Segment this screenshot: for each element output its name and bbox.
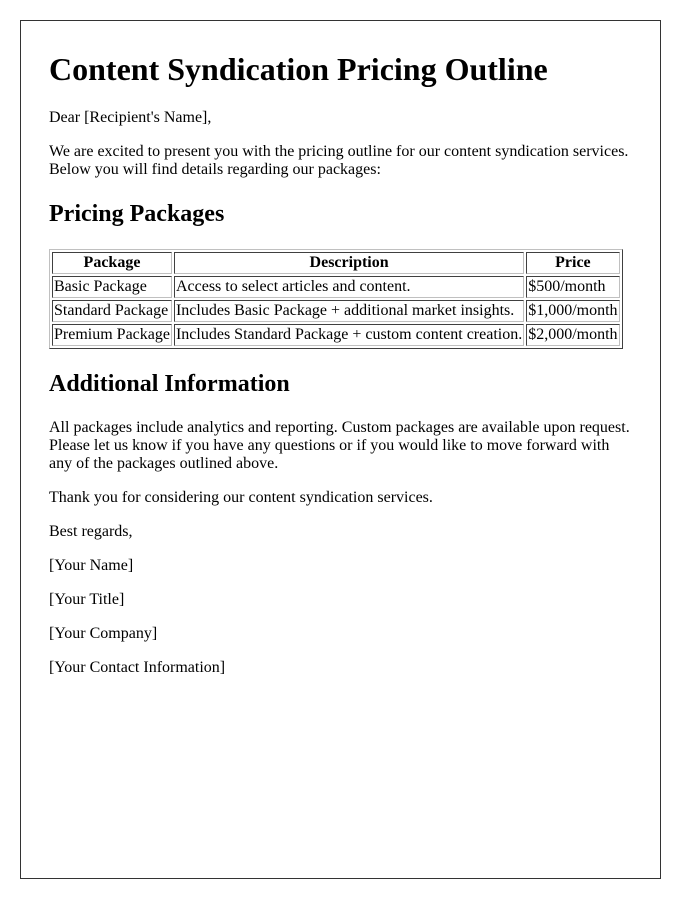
package-name-cell: Premium Package	[52, 324, 172, 346]
description-cell: Includes Standard Package + custom conte…	[173, 324, 525, 346]
price-cell: $2,000/month	[526, 324, 620, 346]
signature-contact: [Your Contact Information]	[49, 659, 226, 676]
table-row: Standard Package Includes Basic Package …	[52, 300, 620, 322]
pricing-packages-heading: Pricing Packages	[49, 201, 225, 227]
package-name-cell: Standard Package	[52, 300, 172, 322]
thank-you-paragraph: Thank you for considering our content sy…	[49, 489, 433, 506]
column-header-package: Package	[52, 252, 172, 274]
table-row: Premium Package Includes Standard Packag…	[52, 324, 620, 346]
greeting: Dear [Recipient's Name],	[49, 109, 212, 126]
column-header-description: Description	[173, 252, 525, 274]
intro-paragraph: We are excited to present you with the p…	[49, 143, 629, 178]
description-cell: Access to select articles and content.	[173, 276, 525, 298]
table-header-row: Package Description Price	[52, 252, 620, 274]
table-row: Basic Package Access to select articles …	[52, 276, 620, 298]
letter-page: Content Syndication Pricing Outline Dear…	[20, 20, 661, 879]
description-cell: Includes Basic Package + additional mark…	[173, 300, 525, 322]
signature-company: [Your Company]	[49, 625, 158, 642]
column-header-price: Price	[526, 252, 620, 274]
additional-information-paragraph: All packages include analytics and repor…	[49, 419, 630, 472]
signature-name: [Your Name]	[49, 557, 134, 574]
additional-information-heading: Additional Information	[49, 371, 290, 397]
package-name-cell: Basic Package	[52, 276, 172, 298]
price-cell: $500/month	[526, 276, 620, 298]
signature-title: [Your Title]	[49, 591, 125, 608]
price-cell: $1,000/month	[526, 300, 620, 322]
page-title: Content Syndication Pricing Outline	[49, 51, 548, 87]
closing: Best regards,	[49, 523, 133, 540]
pricing-table: Package Description Price Basic Package …	[49, 249, 623, 349]
